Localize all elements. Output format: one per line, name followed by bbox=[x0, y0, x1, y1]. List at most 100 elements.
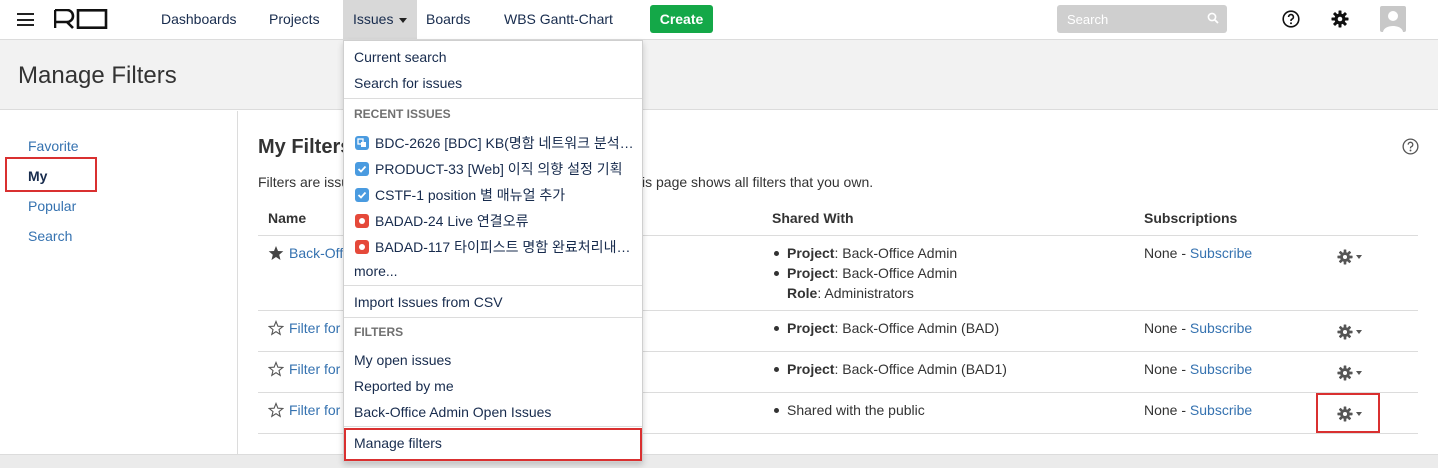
recent-issue-item[interactable]: PRODUCT-33 [Web] 이직 의향 설정 기획 bbox=[355, 159, 622, 179]
shared-with-type: Project bbox=[787, 320, 835, 336]
recent-issue-label: PRODUCT-33 [Web] 이직 의향 설정 기획 bbox=[375, 161, 623, 177]
shared-with-role: Role: Administrators bbox=[772, 283, 957, 303]
chevron-down-icon bbox=[1356, 255, 1362, 260]
subscription-cell: None - Subscribe bbox=[1144, 245, 1252, 261]
subscription-status: None - bbox=[1144, 402, 1190, 418]
star-filled-icon[interactable] bbox=[268, 245, 284, 261]
help-icon[interactable] bbox=[1282, 10, 1300, 28]
subscription-cell: None - Subscribe bbox=[1144, 320, 1252, 336]
gear-icon bbox=[1337, 324, 1353, 340]
issues-dropdown-menu: Current search Search for issues RECENT … bbox=[343, 40, 643, 462]
column-header-name[interactable]: Name bbox=[268, 210, 306, 226]
menu-divider bbox=[344, 285, 642, 286]
subscribe-link[interactable]: Subscribe bbox=[1190, 245, 1252, 261]
menu-item-more[interactable]: more... bbox=[354, 263, 398, 279]
nav-projects[interactable]: Projects bbox=[269, 0, 320, 39]
section-description-end: is page shows all filters that you own. bbox=[642, 174, 874, 190]
gear-icon[interactable] bbox=[1331, 10, 1349, 28]
highlight-box bbox=[344, 428, 642, 461]
recent-issue-label: CSTF-1 position 별 매뉴얼 추가 bbox=[375, 187, 566, 203]
recent-issue-item[interactable]: BADAD-117 타이피스트 명함 완료처리내… bbox=[355, 237, 630, 257]
shared-with-list: Project: Back-Office Admin Project: Back… bbox=[772, 243, 957, 303]
subscription-status: None - bbox=[1144, 320, 1190, 336]
recent-issue-item[interactable]: BDC-2626 [BDC] KB(명함 네트워크 분석… bbox=[355, 133, 634, 153]
create-button[interactable]: Create bbox=[650, 5, 713, 33]
user-icon bbox=[1383, 11, 1403, 32]
logo[interactable] bbox=[54, 9, 108, 29]
help-icon[interactable] bbox=[1402, 138, 1419, 155]
menu-item-back-office-open-issues[interactable]: Back-Office Admin Open Issues bbox=[354, 404, 551, 420]
subscribe-link[interactable]: Subscribe bbox=[1190, 320, 1252, 336]
menu-item-my-open-issues[interactable]: My open issues bbox=[354, 352, 451, 368]
nav-issues[interactable]: Issues bbox=[343, 0, 418, 39]
shared-with-list: Project: Back-Office Admin (BAD1) bbox=[772, 359, 1007, 379]
shared-with-type: Project bbox=[787, 361, 835, 377]
footer bbox=[0, 454, 1438, 468]
nav-dashboards[interactable]: Dashboards bbox=[161, 0, 237, 39]
shared-with-item: Project: Back-Office Admin (BAD1) bbox=[772, 359, 1007, 379]
search-icon[interactable] bbox=[1207, 12, 1219, 24]
subscription-cell: None - Subscribe bbox=[1144, 361, 1252, 377]
avatar[interactable] bbox=[1380, 6, 1406, 32]
subscribe-link[interactable]: Subscribe bbox=[1190, 361, 1252, 377]
recent-issue-label: BADAD-117 타이피스트 명함 완료처리내… bbox=[375, 239, 631, 255]
shared-with-type: Project bbox=[787, 245, 835, 261]
star-outline-icon[interactable] bbox=[268, 361, 284, 377]
shared-with-item: Shared with the public bbox=[772, 400, 925, 420]
recent-issue-label: BDC-2626 [BDC] KB(명함 네트워크 분석… bbox=[375, 135, 634, 151]
recent-issue-item[interactable]: CSTF-1 position 별 매뉴얼 추가 bbox=[355, 185, 565, 205]
sidebar-item-my[interactable]: My bbox=[5, 157, 97, 192]
filter-actions-button[interactable] bbox=[1337, 248, 1362, 265]
sidebar-item-my-label: My bbox=[28, 168, 48, 184]
shared-with-value: : Back-Office Admin (BAD) bbox=[834, 320, 1000, 336]
column-header-shared-with: Shared With bbox=[772, 210, 854, 226]
shared-with-item: Project: Back-Office Admin bbox=[772, 263, 957, 283]
sidebar-item-favorite[interactable]: Favorite bbox=[28, 138, 79, 154]
sidebar-item-search[interactable]: Search bbox=[28, 228, 72, 244]
filter-name-link[interactable]: Filter for bbox=[289, 320, 340, 336]
shared-with-item: Project: Back-Office Admin (BAD) bbox=[772, 318, 999, 338]
chevron-down-icon bbox=[399, 17, 408, 23]
shared-with-value: : Administrators bbox=[817, 285, 914, 301]
column-header-subscriptions: Subscriptions bbox=[1144, 210, 1238, 226]
menu-item-import-csv[interactable]: Import Issues from CSV bbox=[354, 294, 503, 310]
top-navigation: Dashboards Projects Issues Boards WBS Ga… bbox=[0, 0, 1438, 40]
filter-actions-button[interactable] bbox=[1337, 364, 1362, 381]
filter-name-link[interactable]: Back-Off bbox=[289, 245, 343, 261]
menu-divider bbox=[344, 98, 642, 99]
star-outline-icon[interactable] bbox=[268, 402, 284, 418]
subscription-status: None - bbox=[1144, 245, 1190, 261]
page-title: Manage Filters bbox=[18, 62, 177, 89]
menu-item-reported-by-me[interactable]: Reported by me bbox=[354, 378, 454, 394]
search-input[interactable] bbox=[1057, 5, 1202, 33]
filter-name-link[interactable]: Filter for bbox=[289, 361, 340, 377]
subtask-icon bbox=[355, 136, 369, 150]
recent-issue-item[interactable]: BADAD-24 Live 연결오류 bbox=[355, 211, 528, 231]
shared-with-list: Project: Back-Office Admin (BAD) bbox=[772, 318, 999, 338]
nav-boards[interactable]: Boards bbox=[426, 0, 470, 39]
menu-header-filters: FILTERS bbox=[354, 325, 404, 339]
shared-with-list: Shared with the public bbox=[772, 400, 925, 420]
task-icon bbox=[355, 188, 369, 202]
search-box bbox=[1057, 5, 1227, 33]
shared-with-value: : Back-Office Admin (BAD1) bbox=[834, 361, 1007, 377]
menu-item-current-search[interactable]: Current search bbox=[354, 49, 447, 65]
page-header: Manage Filters bbox=[0, 40, 1438, 110]
sidebar-item-popular[interactable]: Popular bbox=[28, 198, 76, 214]
menu-item-search-for-issues[interactable]: Search for issues bbox=[354, 75, 462, 91]
filter-name-link[interactable]: Filter for bbox=[289, 402, 340, 418]
star-outline-icon[interactable] bbox=[268, 320, 284, 336]
menu-icon[interactable] bbox=[17, 13, 34, 26]
subscription-cell: None - Subscribe bbox=[1144, 402, 1252, 418]
section-title: My Filters bbox=[258, 136, 352, 158]
subscribe-link[interactable]: Subscribe bbox=[1190, 402, 1252, 418]
menu-header-recent-issues: RECENT ISSUES bbox=[354, 107, 451, 121]
filter-actions-button[interactable] bbox=[1337, 323, 1362, 340]
shared-with-type: Project bbox=[787, 265, 835, 281]
section-description-start: Filters are issu bbox=[258, 174, 350, 190]
nav-wbs-gantt-chart[interactable]: WBS Gantt-Chart bbox=[504, 0, 613, 39]
sidebar: Favorite My Popular Search bbox=[0, 111, 238, 454]
chevron-down-icon bbox=[1356, 371, 1362, 376]
shared-with-item: Project: Back-Office Admin bbox=[772, 243, 957, 263]
menu-divider bbox=[344, 317, 642, 318]
